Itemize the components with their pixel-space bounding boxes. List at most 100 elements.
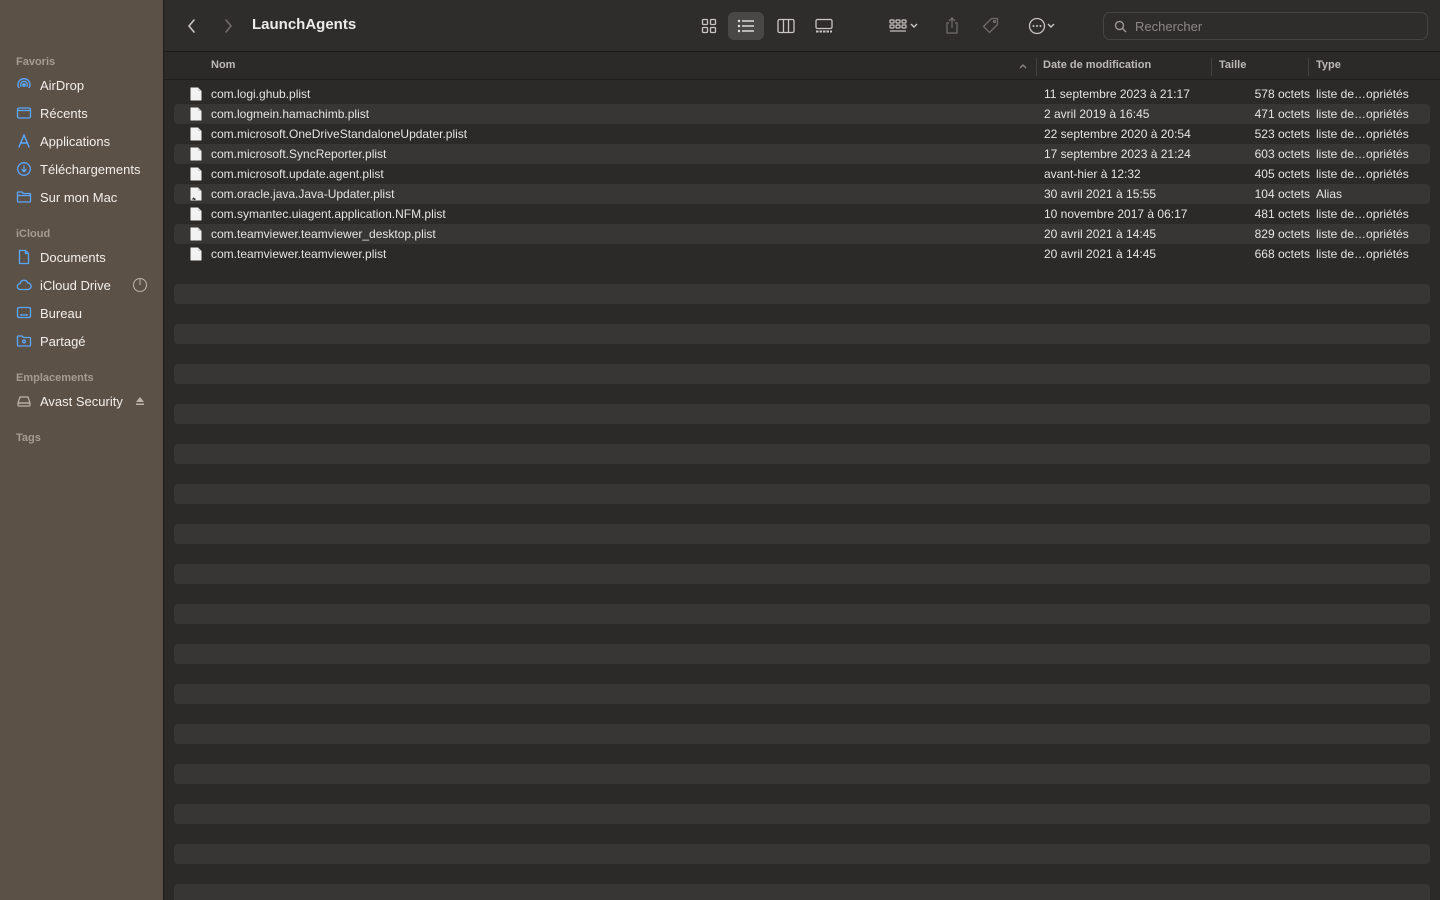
column-name-header[interactable]: Nom	[211, 59, 235, 71]
drive-icon	[16, 393, 32, 409]
group-by-button[interactable]	[882, 12, 926, 40]
sidebar-item-sur-mon-mac[interactable]: Sur mon Mac	[16, 185, 156, 209]
file-type: liste de…opriétés	[1316, 207, 1409, 221]
chevron-down-icon	[910, 23, 918, 28]
column-type-header[interactable]: Type	[1316, 59, 1341, 71]
file-row[interactable]: com.symantec.uiagent.application.NFM.pli…	[174, 204, 1430, 224]
file-type: liste de…opriétés	[1316, 147, 1409, 161]
sidebar-item-bureau[interactable]: Bureau	[16, 301, 156, 325]
file-date: avant-hier à 12:32	[1044, 167, 1141, 181]
share-button[interactable]	[940, 12, 964, 40]
tag-button[interactable]	[979, 12, 1003, 40]
forward-button[interactable]	[216, 12, 240, 40]
applications-icon	[16, 133, 32, 149]
sync-progress-icon	[132, 277, 148, 293]
empty-row-stripe	[174, 604, 1430, 624]
file-row[interactable]: com.teamviewer.teamviewer_desktop.plist 2…	[174, 224, 1430, 244]
empty-row-stripe	[174, 764, 1430, 784]
empty-row-stripe	[174, 444, 1430, 464]
file-row[interactable]: com.oracle.java.Java-Updater.plist 30 avr…	[174, 184, 1430, 204]
column-view-button[interactable]	[768, 12, 804, 40]
plist-file-icon	[190, 247, 202, 261]
sidebar-item-label: Avast Security	[40, 393, 123, 409]
sidebar-item-label: AirDrop	[40, 77, 85, 93]
toolbar: LaunchAgents	[164, 0, 1440, 52]
alias-file-icon	[190, 187, 202, 201]
file-date: 20 avril 2021 à 14:45	[1044, 247, 1157, 261]
file-row[interactable]: com.microsoft.SyncReporter.plist 17 septe…	[174, 144, 1430, 164]
empty-row-stripe	[174, 324, 1430, 344]
desktop-icon	[16, 305, 32, 321]
sidebar-item-label: Partagé	[40, 333, 86, 349]
file-name: com.teamviewer.teamviewer_desktop.plist	[211, 227, 436, 241]
sidebar-item-label: Applications	[40, 133, 111, 149]
file-name: com.microsoft.update.agent.plist	[211, 167, 384, 181]
cloud-icon	[16, 277, 32, 293]
column-date-header[interactable]: Date de modification	[1043, 59, 1151, 71]
ellipsis-circle-icon	[1028, 17, 1046, 35]
icon-view-button[interactable]	[692, 12, 726, 40]
search-input[interactable]	[1135, 18, 1415, 34]
file-size: 471 octets	[1254, 107, 1310, 121]
file-type: liste de…opriétés	[1316, 127, 1409, 141]
file-date: 17 septembre 2023 à 21:24	[1044, 147, 1191, 161]
file-type: liste de…opriétés	[1316, 107, 1409, 121]
file-name: com.teamviewer.teamviewer.plist	[211, 247, 387, 261]
file-type: liste de…opriétés	[1316, 247, 1409, 261]
empty-row-stripe	[174, 284, 1430, 304]
sidebar-item-recents[interactable]: Récents	[16, 101, 156, 125]
column-header: Nom Date de modification Taille Type	[164, 53, 1440, 80]
file-type: Alias	[1316, 187, 1343, 201]
file-size: 578 octets	[1254, 87, 1310, 101]
file-list: com.logi.ghub.plist 11 septembre 2023 à 2…	[174, 84, 1430, 264]
sidebar-item-label: Sur mon Mac	[40, 189, 118, 205]
file-name: com.microsoft.OneDriveStandaloneUpdater.…	[211, 127, 468, 141]
file-size: 668 octets	[1254, 247, 1310, 261]
sidebar-item-label: Récents	[40, 105, 88, 121]
group-icon	[889, 19, 907, 32]
eject-icon[interactable]	[132, 393, 148, 409]
column-size-header[interactable]: Taille	[1219, 59, 1246, 71]
plist-file-icon	[190, 127, 202, 141]
sidebar-item-partage[interactable]: Partagé	[16, 329, 156, 353]
sidebar-item-icloud-drive[interactable]: iCloud Drive	[16, 273, 156, 297]
sidebar-item-label: Bureau	[40, 305, 82, 321]
file-date: 2 avril 2019 à 16:45	[1044, 107, 1150, 121]
empty-row-stripe	[174, 404, 1430, 424]
plist-file-icon	[190, 87, 202, 101]
sidebar-item-label: iCloud Drive	[40, 277, 111, 293]
list-view-button[interactable]	[728, 12, 764, 40]
gallery-view-button[interactable]	[806, 12, 842, 40]
sidebar-item-documents[interactable]: Documents	[16, 245, 156, 269]
sidebar-section-favorites: Favoris	[16, 56, 56, 68]
tag-icon	[982, 17, 999, 34]
sidebar-item-downloads[interactable]: Téléchargements	[16, 157, 156, 181]
file-row[interactable]: com.microsoft.update.agent.plist avant-hi…	[174, 164, 1430, 184]
main-pane: LaunchAgents Rechercher Nom Date de modi…	[164, 0, 1440, 900]
sidebar-item-avast-security[interactable]: Avast Security	[16, 389, 156, 413]
file-row[interactable]: com.logmein.hamachimb.plist 2 avril 2019 …	[174, 104, 1430, 124]
empty-row-stripe	[174, 804, 1430, 824]
sidebar-item-airdrop[interactable]: AirDrop	[16, 73, 156, 97]
list-icon	[737, 19, 754, 33]
file-row[interactable]: com.microsoft.OneDriveStandaloneUpdater.…	[174, 124, 1430, 144]
file-date: 22 septembre 2020 à 20:54	[1044, 127, 1191, 141]
action-menu-button[interactable]	[1022, 12, 1062, 40]
chevron-left-icon	[187, 19, 195, 33]
file-size: 481 octets	[1254, 207, 1310, 221]
sidebar-item-applications[interactable]: Applications	[16, 129, 156, 153]
plist-file-icon	[190, 227, 202, 241]
file-type: liste de…opriétés	[1316, 167, 1409, 181]
download-icon	[16, 161, 32, 177]
file-row[interactable]: com.teamviewer.teamviewer.plist 20 avril …	[174, 244, 1430, 264]
search-field[interactable]	[1103, 12, 1428, 40]
sidebar-item-label: Téléchargements	[40, 161, 141, 177]
gallery-icon	[815, 18, 833, 33]
file-date: 11 septembre 2023 à 21:17	[1044, 87, 1190, 101]
file-date: 20 avril 2021 à 14:45	[1044, 227, 1157, 241]
back-button[interactable]	[180, 12, 204, 40]
empty-row-stripe	[174, 364, 1430, 384]
sidebar-item-label: Documents	[40, 249, 106, 265]
file-row[interactable]: com.logi.ghub.plist 11 septembre 2023 à 2…	[174, 84, 1430, 104]
shared-folder-icon	[16, 333, 32, 349]
